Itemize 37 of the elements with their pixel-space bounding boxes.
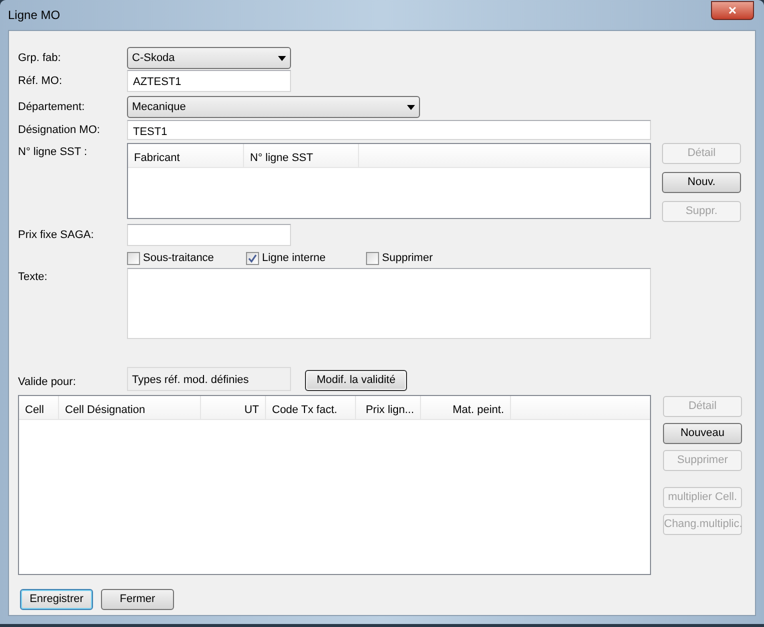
column-header[interactable]: Code Tx fact. xyxy=(266,396,356,419)
field-label: Grp. fab: xyxy=(18,50,62,66)
checkbox[interactable]: Sous-traitance xyxy=(127,250,246,266)
modify-validity-button[interactable]: Modif. la validité xyxy=(305,370,407,391)
dropdown[interactable]: C-Skoda xyxy=(127,47,291,69)
field-label: Désignation MO: xyxy=(18,122,101,138)
column-header[interactable]: Cell xyxy=(19,396,59,419)
button[interactable]: Enregistrer xyxy=(20,589,93,610)
column-header[interactable]: N° ligne SST xyxy=(244,144,359,167)
dropdown-arrow-icon xyxy=(407,104,415,110)
column-header[interactable]: Prix lign... xyxy=(356,396,421,419)
column-header[interactable]: UT xyxy=(201,396,266,419)
field-label: N° ligne SST : xyxy=(18,145,88,160)
column-header[interactable]: Cell Désignation xyxy=(59,396,201,419)
checkbox[interactable]: Ligne interne xyxy=(246,250,366,266)
button[interactable]: Nouv. xyxy=(662,172,741,193)
checkbox[interactable]: Supprimer xyxy=(366,250,486,266)
window-title: Ligne MO xyxy=(8,7,60,24)
dropdown-arrow-icon xyxy=(278,56,286,60)
column-header[interactable]: Fabricant xyxy=(128,144,244,167)
input-field[interactable]: AZTEST1 xyxy=(127,70,291,92)
list-view[interactable]: Cell Cell Désignation UT Code Tx fact. Prix lign... Mat. peint. xyxy=(18,395,651,575)
button[interactable]: Fermer xyxy=(101,589,174,610)
field-label: Prix fixe SAGA: xyxy=(18,228,95,243)
field-label: Département: xyxy=(18,100,86,115)
read-only-field: Types réf. mod. définies xyxy=(127,367,291,391)
field-label: Valide pour: xyxy=(18,375,77,390)
column-header[interactable]: Mat. peint. xyxy=(421,396,511,419)
field-label: Texte: xyxy=(18,270,48,285)
checkmark-icon xyxy=(248,254,257,262)
input-field[interactable] xyxy=(127,224,291,246)
dropdown[interactable]: Mecanique xyxy=(127,96,420,118)
button[interactable]: Nouveau xyxy=(663,423,742,444)
text-area[interactable] xyxy=(127,268,651,339)
input-field[interactable]: TEST1 xyxy=(127,120,651,140)
list-view[interactable]: Fabricant N° ligne SST xyxy=(127,143,651,219)
field-label: Réf. MO: xyxy=(18,74,64,89)
